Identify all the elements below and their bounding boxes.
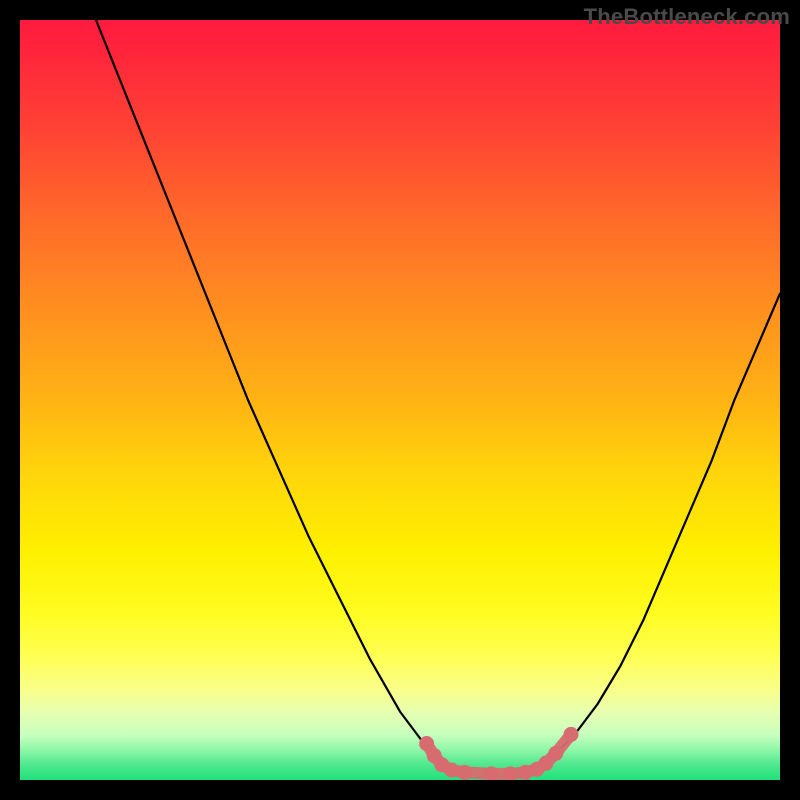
curve-right-curve xyxy=(552,294,780,758)
chart-frame: TheBottleneck.com xyxy=(0,0,800,800)
curve-layer xyxy=(20,20,780,780)
marker-dot xyxy=(548,746,563,761)
plot-area xyxy=(20,20,780,780)
curve-left-curve xyxy=(96,20,453,769)
marker-dot xyxy=(564,727,579,742)
marker-dot xyxy=(444,763,459,778)
watermark-text: TheBottleneck.com xyxy=(584,4,790,30)
marker-dot xyxy=(457,765,472,780)
